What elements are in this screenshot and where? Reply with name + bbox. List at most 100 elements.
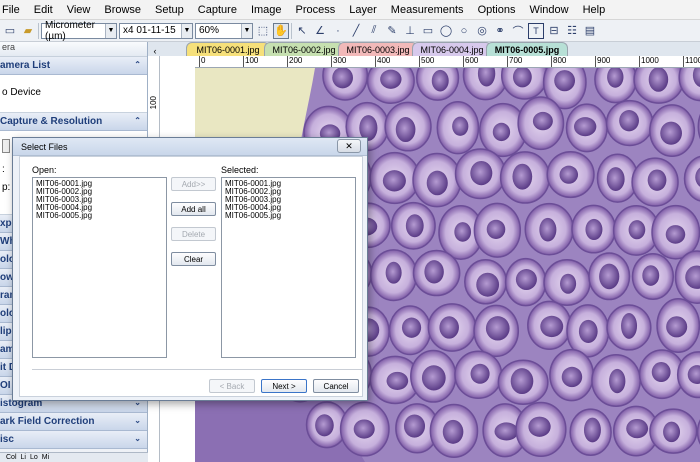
tab-image-4[interactable]: MIT06-0004.jpg	[412, 42, 492, 56]
ruler-tick: 900	[595, 56, 610, 67]
horizontal-ruler: 0100200300400500600700800900100011001200	[195, 56, 700, 68]
pencil-icon[interactable]: ✎	[384, 23, 400, 39]
status-item[interactable]: Lo	[30, 454, 38, 461]
zoom-select[interactable]: 60% ▼	[195, 22, 253, 39]
cell-nucleus	[554, 70, 576, 92]
row-label: :	[2, 164, 5, 175]
button-label: Add all	[181, 204, 206, 214]
layer-icon[interactable]: ▤	[582, 23, 598, 39]
text-icon[interactable]: T	[528, 22, 544, 39]
ellipse-icon[interactable]: ◯	[438, 23, 454, 39]
new-icon[interactable]: ▭	[2, 23, 18, 39]
menu-measurements[interactable]: Measurements	[384, 4, 471, 16]
menu-setup[interactable]: Setup	[148, 4, 191, 16]
tab-image-1[interactable]: MIT06-0001.jpg	[186, 42, 270, 56]
menu-process[interactable]: Process	[289, 4, 343, 16]
tab-label: MIT06-0004.jpg	[420, 44, 484, 55]
cell-nucleus	[609, 368, 626, 394]
close-button[interactable]: ✕	[337, 139, 361, 153]
cell-nucleus	[431, 69, 449, 92]
selected-files-list[interactable]: MIT06-0001.jpg MIT06-0002.jpg MIT06-0003…	[221, 177, 356, 358]
pointer-icon[interactable]: ↖	[294, 23, 310, 39]
open-folder-icon[interactable]: ▰	[20, 23, 36, 39]
capture-button[interactable]	[2, 139, 10, 153]
clear-button[interactable]: Clear	[171, 252, 216, 266]
link-icon[interactable]: ⚭	[492, 23, 508, 39]
menu-browse[interactable]: Browse	[97, 4, 148, 16]
next-button[interactable]: Next >	[261, 379, 307, 393]
cell-nucleus	[665, 225, 686, 244]
curve-icon[interactable]: ⌒	[510, 23, 526, 39]
menu-options[interactable]: Options	[471, 4, 523, 16]
cell-nucleus	[382, 170, 406, 192]
collapse-icon: ⌃	[134, 60, 141, 69]
dialog-title-bar: Select Files ✕	[13, 138, 367, 156]
section-dark-field[interactable]: ark Field Correction ⌄	[0, 413, 147, 431]
rectangle-icon[interactable]: ▭	[420, 23, 436, 39]
list-item[interactable]: MIT06-0005.jpg	[225, 212, 352, 220]
section-label: amera List	[0, 60, 51, 71]
section-misc[interactable]: isc ⌄	[0, 431, 147, 449]
select-files-dialog: Select Files ✕ Open: MIT06-0001.jpg MIT0…	[12, 137, 368, 401]
back-button[interactable]: < Back	[209, 379, 255, 393]
status-item[interactable]: Li	[21, 454, 26, 461]
cell-nucleus	[485, 316, 510, 341]
tab-image-2[interactable]: MIT06-0002.jpg	[264, 42, 344, 56]
line-icon[interactable]: ╱	[348, 23, 364, 39]
tab-scroll-left-icon[interactable]: ‹	[148, 46, 162, 56]
expand-icon: ⌄	[134, 434, 141, 443]
toolbar: ▭ ▰ Micrometer (µm) ▼ x4 01-11-15 ▼ 60% …	[0, 20, 700, 42]
status-item[interactable]: Col	[6, 454, 17, 461]
menu-capture[interactable]: Capture	[191, 4, 244, 16]
cell-nucleus	[470, 363, 490, 384]
calibration-select[interactable]: x4 01-11-15 ▼	[119, 22, 193, 39]
menu-help[interactable]: Help	[576, 4, 613, 16]
tab-image-3[interactable]: MIT06-0003.jpg	[338, 42, 418, 56]
select-rect-icon[interactable]: ⬚	[255, 23, 271, 39]
perpendicular-icon[interactable]: ⊥	[402, 23, 418, 39]
menu-view[interactable]: View	[60, 4, 98, 16]
cell-nucleus	[647, 169, 667, 191]
add-button[interactable]: Add>>	[171, 177, 216, 191]
section-camera-list[interactable]: amera List ⌃	[0, 57, 147, 75]
cell-nucleus	[528, 416, 551, 437]
dialog-title: Select Files	[21, 141, 68, 152]
status-item[interactable]: Mi	[42, 454, 49, 461]
cell-nucleus	[395, 117, 416, 143]
tab-label: MIT06-0003.jpg	[346, 44, 410, 55]
section-capture-resolution[interactable]: Capture & Resolution ⌃	[0, 113, 147, 131]
cell-nucleus	[512, 163, 533, 190]
menu-edit[interactable]: Edit	[27, 4, 60, 16]
section-label: isc	[0, 434, 14, 445]
cell-nucleus	[510, 368, 534, 395]
list-item[interactable]: MIT06-0005.jpg	[36, 212, 163, 220]
menu-window[interactable]: Window	[522, 4, 575, 16]
scalebar-icon[interactable]: ⊟	[546, 23, 562, 39]
polyline-icon[interactable]: ⫽	[366, 23, 382, 39]
unit-select[interactable]: Micrometer (µm) ▼	[41, 20, 117, 42]
measure-table-icon[interactable]: ☷	[564, 23, 580, 39]
cell-nucleus	[486, 219, 506, 239]
selected-label: Selected:	[221, 165, 259, 175]
menu-layer[interactable]: Layer	[342, 4, 384, 16]
menu-file[interactable]: File	[0, 4, 27, 16]
target-icon[interactable]: ◎	[474, 23, 490, 39]
add-all-button[interactable]: Add all	[171, 202, 216, 216]
circle-icon[interactable]: ○	[456, 23, 472, 39]
open-files-list[interactable]: MIT06-0001.jpg MIT06-0002.jpg MIT06-0003…	[32, 177, 167, 358]
menu-image[interactable]: Image	[244, 4, 289, 16]
cell-nucleus	[574, 117, 597, 137]
cancel-button[interactable]: Cancel	[313, 379, 359, 393]
cell-nucleus	[452, 116, 469, 136]
dot-icon[interactable]: ·	[330, 23, 346, 39]
tab-image-5-active[interactable]: MIT06-0005.jpg	[486, 42, 568, 56]
cell-nucleus	[663, 421, 681, 443]
cell-nucleus	[619, 110, 639, 132]
expand-icon: ⌄	[134, 416, 141, 425]
delete-button[interactable]: Delete	[171, 227, 216, 241]
cell-nucleus	[515, 269, 537, 290]
cell-nucleus	[559, 165, 579, 184]
cell-nucleus	[315, 414, 334, 437]
pan-hand-icon[interactable]: ✋	[273, 22, 289, 39]
angle-icon[interactable]: ∠	[312, 23, 328, 39]
